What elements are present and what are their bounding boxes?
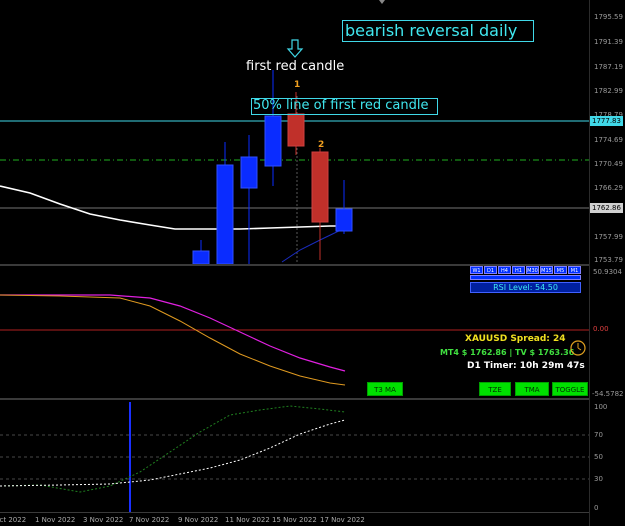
timeframe-h1[interactable]: H1 bbox=[512, 266, 525, 274]
price-compare-text: MT4 $ 1762.86 | TV $ 1763.36 bbox=[440, 348, 575, 357]
price-tick: 1787.19 bbox=[594, 63, 623, 71]
time-axis: Oct 2022 1 Nov 2022 3 Nov 2022 7 Nov 202… bbox=[0, 512, 589, 526]
toggle-button[interactable]: TOGGLE bbox=[552, 382, 588, 396]
price-tick: 1791.39 bbox=[594, 38, 623, 46]
indicator-pane[interactable]: W1 D1 H4 H1 M30 M15 M5 M1 RSI Level: 54.… bbox=[0, 266, 589, 398]
axis-separator bbox=[589, 0, 590, 526]
fifty-line-label: 50% line of first red candle bbox=[253, 98, 429, 113]
white-dotted-line bbox=[0, 419, 346, 487]
osc-tick: 70 bbox=[594, 431, 603, 439]
clock-icon bbox=[570, 340, 586, 356]
date-label: 1 Nov 2022 bbox=[35, 516, 76, 524]
bear-candle bbox=[287, 113, 305, 147]
date-label: 17 Nov 2022 bbox=[320, 516, 365, 524]
osc-tick: 100 bbox=[594, 403, 608, 411]
price-tick: 1782.99 bbox=[594, 87, 623, 95]
timer-text: D1 Timer: 10h 29m 47s bbox=[467, 361, 585, 371]
bear-candle bbox=[311, 151, 329, 223]
magenta-line bbox=[0, 294, 346, 372]
price-tick: 1753.79 bbox=[594, 256, 623, 264]
spread-text: XAUUSD Spread: 24 bbox=[465, 334, 566, 344]
fifty-price-tag: 1777.83 bbox=[590, 116, 623, 126]
rsi-level-label: RSI Level: bbox=[493, 283, 533, 292]
indicator-zero-value: 0.00 bbox=[593, 325, 609, 333]
chart-title: bearish reversal daily bbox=[345, 21, 518, 40]
timeframe-status-bar bbox=[470, 275, 581, 280]
osc-tick: 0 bbox=[594, 504, 599, 512]
timeframe-h4[interactable]: H4 bbox=[498, 266, 511, 274]
bull-candle bbox=[264, 115, 282, 167]
timeframe-m15[interactable]: M15 bbox=[540, 266, 553, 274]
candle-marker-2: 2 bbox=[318, 140, 325, 150]
rsi-level-value: 54.50 bbox=[535, 283, 558, 292]
first-red-candle-label: first red candle bbox=[246, 59, 345, 74]
rsi-level-box: RSI Level: 54.50 bbox=[470, 282, 581, 293]
bull-candle bbox=[192, 250, 210, 265]
indicator-axis: 50.9304 0.00 -54.5782 bbox=[590, 266, 625, 398]
candle-marker-1: 1 bbox=[294, 80, 301, 90]
bull-candle bbox=[240, 156, 258, 189]
orange-line bbox=[0, 294, 346, 386]
timeframe-m1[interactable]: M1 bbox=[568, 266, 581, 274]
moving-average-2-line bbox=[281, 227, 346, 263]
green-dotted-line bbox=[0, 405, 346, 493]
date-label: 11 Nov 2022 bbox=[225, 516, 270, 524]
osc-tick: 50 bbox=[594, 453, 603, 461]
bull-candle bbox=[216, 164, 234, 265]
oscillator-svg bbox=[0, 402, 589, 512]
date-label: 7 Nov 2022 bbox=[129, 516, 170, 524]
current-price-tag: 1762.86 bbox=[590, 203, 623, 213]
moving-average-line bbox=[0, 185, 345, 230]
timeframe-m30[interactable]: M30 bbox=[526, 266, 539, 274]
timeframe-m5[interactable]: M5 bbox=[554, 266, 567, 274]
date-label: 9 Nov 2022 bbox=[178, 516, 219, 524]
price-chart-pane[interactable]: bearish reversal daily first red candle … bbox=[0, 0, 589, 265]
indicator-bottom-value: -54.5782 bbox=[592, 390, 624, 398]
timeframe-d1[interactable]: D1 bbox=[484, 266, 497, 274]
osc-tick: 30 bbox=[594, 475, 603, 483]
timeframe-w1[interactable]: W1 bbox=[470, 266, 483, 274]
price-axis: 1795.59 1791.39 1787.19 1782.99 1778.79 … bbox=[590, 0, 625, 264]
scroll-marker-icon bbox=[379, 0, 385, 4]
price-tick: 1770.49 bbox=[594, 160, 623, 168]
price-tick: 1766.29 bbox=[594, 184, 623, 192]
date-label: Oct 2022 bbox=[0, 516, 27, 524]
t3ma-button[interactable]: T3 MA bbox=[367, 382, 403, 396]
indicator-top-value: 50.9304 bbox=[593, 268, 622, 276]
down-arrow-icon bbox=[286, 39, 304, 58]
price-tick: 1774.69 bbox=[594, 136, 623, 144]
tma-button[interactable]: TMA bbox=[515, 382, 549, 396]
bull-candle bbox=[335, 208, 353, 232]
oscillator-axis: 100 70 50 30 0 bbox=[590, 400, 625, 512]
date-label: 3 Nov 2022 bbox=[83, 516, 124, 524]
price-tick: 1795.59 bbox=[594, 13, 623, 21]
price-tick: 1757.99 bbox=[594, 233, 623, 241]
tze-button[interactable]: TZE bbox=[479, 382, 511, 396]
date-label: 15 Nov 2022 bbox=[272, 516, 317, 524]
oscillator-pane[interactable] bbox=[0, 400, 589, 512]
